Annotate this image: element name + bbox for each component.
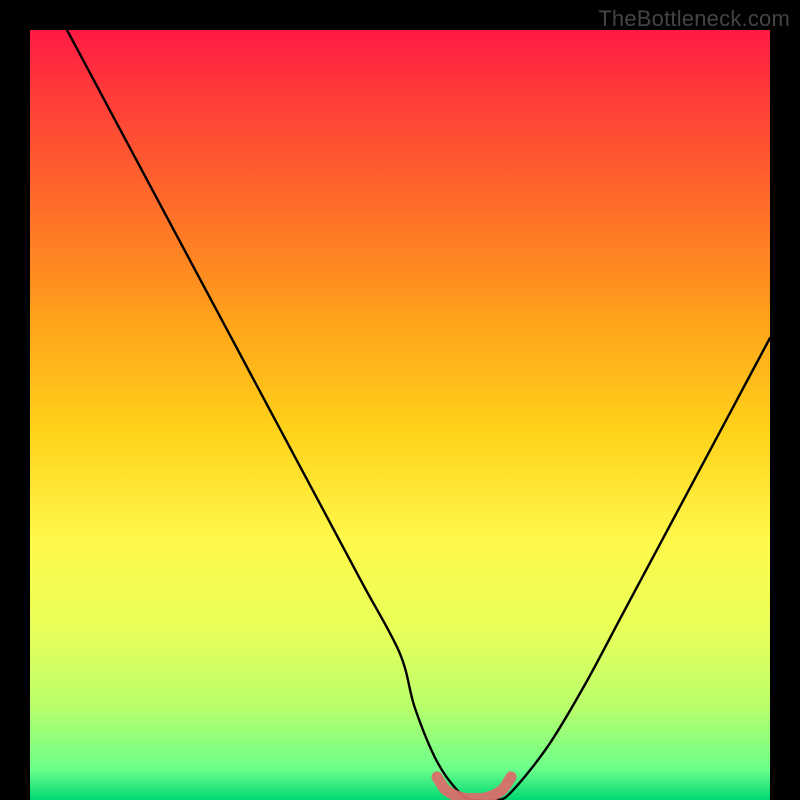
plot-area — [30, 30, 770, 800]
bottleneck-curve — [67, 30, 770, 800]
chart-frame: TheBottleneck.com — [0, 0, 800, 800]
watermark-text: TheBottleneck.com — [598, 6, 790, 32]
curve-layer — [30, 30, 770, 800]
